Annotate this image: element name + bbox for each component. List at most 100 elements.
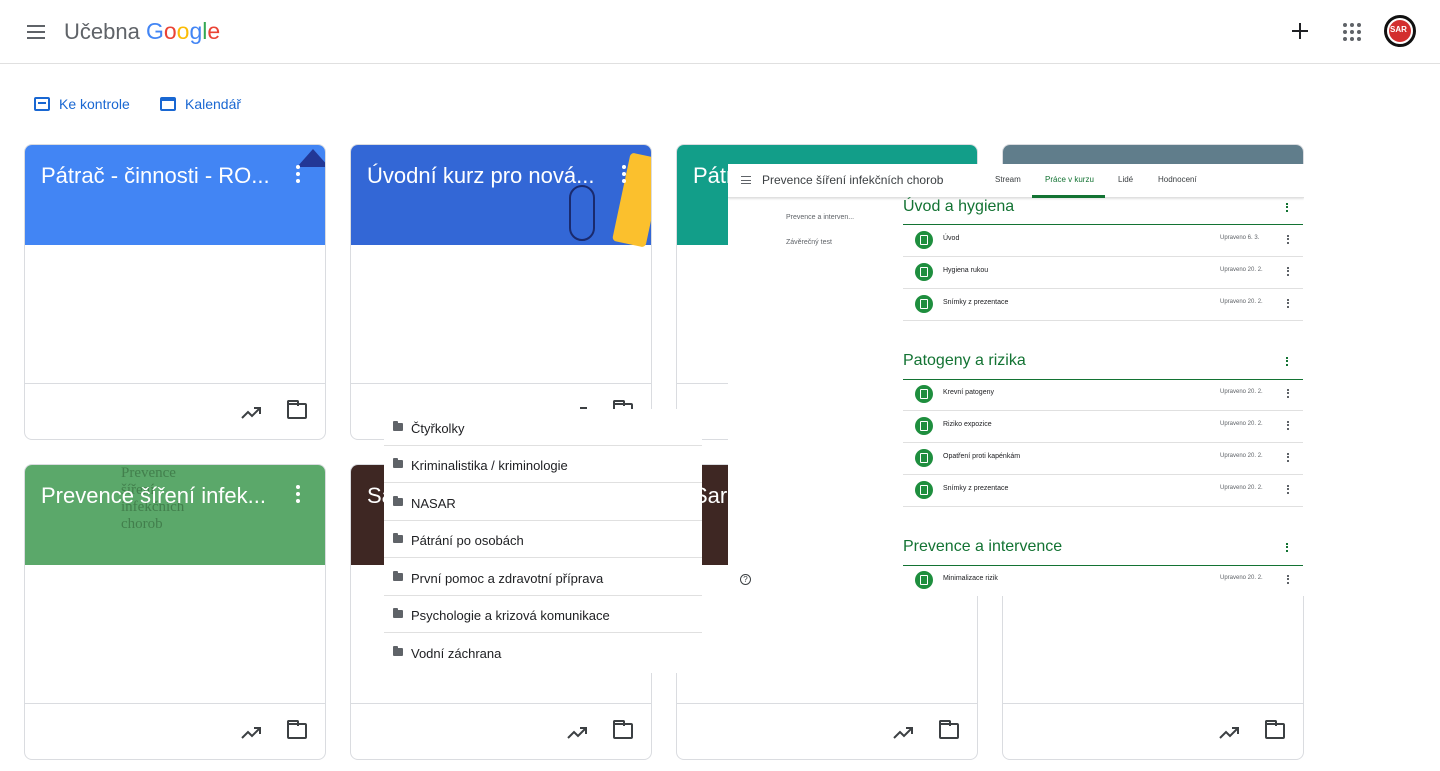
material-date: Upraveno 20. 2. [1220,575,1263,581]
card-title[interactable]: Úvodní kurz pro nová... [367,161,603,191]
material-date: Upraveno 20. 2. [1220,389,1263,395]
material-icon [915,571,933,589]
material-icon [915,295,933,313]
hamburger-menu-icon[interactable] [24,20,48,44]
more-vert-icon[interactable] [621,165,627,183]
folder-menu-item[interactable]: NASAR [384,484,702,521]
material-icon [915,231,933,249]
app-title-prefix: Učebna [64,19,140,44]
folder-icon [393,646,403,656]
folder-menu-item[interactable]: Čtyřkolky [384,409,702,446]
folder-icon [393,608,403,618]
trending-up-icon[interactable] [1217,721,1241,745]
trending-up-icon[interactable] [891,721,915,745]
class-card[interactable]: Prevence šíření infekčních chorob Preven… [24,464,326,760]
folder-menu-item[interactable]: První pomoc a zdravotní příprava [384,559,702,596]
material-icon [915,263,933,281]
material-more-icon[interactable] [1287,421,1289,430]
material-date: Upraveno 20. 2. [1220,267,1263,273]
folder-menu-item[interactable]: Vodní záchrana [384,634,702,671]
topic-more-icon[interactable] [1286,203,1288,212]
material-row[interactable]: Minimalizace rizik Upraveno 20. 2. [903,565,1303,596]
material-more-icon[interactable] [1287,485,1289,494]
folder-dropdown-menu: Čtyřkolky Kriminalistika / kriminologie … [384,409,702,673]
card-banner [25,145,325,245]
trending-up-icon[interactable] [239,401,263,425]
material-date: Upraveno 20. 2. [1220,299,1263,305]
folder-icon[interactable] [613,720,633,739]
folder-menu-item[interactable]: Pátrání po osobách [384,521,702,558]
course-title[interactable]: Prevence šíření infekčních chorob [762,173,943,187]
course-preview-header: Prevence šíření infekčních chorob Stream… [728,164,1304,198]
tab-people[interactable]: Lidé [1118,175,1133,184]
material-name: Snímky z prezentace [943,299,1009,306]
material-date: Upraveno 6. 3. [1220,235,1260,241]
topic-heading[interactable]: Patogeny a rizika [903,352,1303,370]
material-row[interactable]: Opatření proti kapénkám Upraveno 20. 2. [903,443,1303,475]
material-date: Upraveno 20. 2. [1220,421,1263,427]
to-review-link[interactable]: Ke kontrole [34,92,130,116]
trending-up-icon[interactable] [565,721,589,745]
material-more-icon[interactable] [1287,389,1289,398]
folder-icon [393,421,403,431]
calendar-link[interactable]: Kalendář [160,92,241,116]
material-icon [915,449,933,467]
material-more-icon[interactable] [1287,453,1289,462]
material-name: Riziko expozice [943,421,992,428]
folder-menu-item[interactable]: Psychologie a krizová komunikace [384,596,702,633]
material-icon [915,385,933,403]
card-footer [351,703,651,759]
more-vert-icon[interactable] [295,165,301,183]
material-more-icon[interactable] [1287,235,1289,244]
folder-menu-item[interactable]: Kriminalistika / kriminologie [384,446,702,483]
folder-icon[interactable] [1265,720,1285,739]
course-menu-icon[interactable] [741,176,751,184]
material-row[interactable]: Úvod Upraveno 6. 3. [903,225,1303,257]
material-more-icon[interactable] [1287,267,1289,276]
tab-classwork[interactable]: Práce v kurzu [1045,175,1094,184]
more-vert-icon[interactable] [295,485,301,503]
material-row[interactable]: Riziko expozice Upraveno 20. 2. [903,411,1303,443]
material-row[interactable]: Snímky z prezentace Upraveno 20. 2. [903,289,1303,321]
card-title[interactable]: Prevence šíření infek... [41,481,277,511]
material-icon [915,417,933,435]
class-card[interactable]: Pátrač - činnosti - RO... [24,144,326,440]
card-banner: Prevence šíření infekčních chorob [25,465,325,565]
graduation-cap-illustration [297,149,325,167]
book-illustration [612,152,651,248]
top-app-bar: Učebna Google SAR [0,0,1440,64]
folder-icon[interactable] [287,400,307,419]
topic-heading[interactable]: Prevence a intervence [903,538,1303,556]
material-more-icon[interactable] [1287,299,1289,308]
tab-stream[interactable]: Stream [995,175,1021,184]
material-row[interactable]: Hygiena rukou Upraveno 20. 2. [903,257,1303,289]
avatar[interactable]: SAR [1384,15,1416,47]
headphones-illustration [569,185,595,241]
folder-icon[interactable] [939,720,959,739]
card-title[interactable]: Pátrač - činnosti - RO... [41,161,277,191]
material-more-icon[interactable] [1287,575,1289,584]
tab-grades[interactable]: Hodnocení [1158,175,1197,184]
topic-more-icon[interactable] [1286,543,1288,552]
material-name: Úvod [943,235,960,242]
material-name: Hygiena rukou [943,267,989,274]
calendar-label: Kalendář [185,96,242,112]
course-preview-overlay: Prevence šíření infekčních chorob Stream… [728,164,1304,596]
trending-up-icon[interactable] [239,721,263,745]
topic-more-icon[interactable] [1286,357,1288,366]
material-name: Minimalizace rizik [943,575,998,582]
card-footer [1003,703,1303,759]
class-card[interactable]: Úvodní kurz pro nová... [350,144,652,440]
help-icon[interactable]: ? [740,574,751,585]
plus-icon[interactable] [1288,19,1312,43]
topic-nav-link[interactable]: Prevence a interven... [786,214,854,221]
calendar-icon [160,97,176,111]
material-row[interactable]: Snímky z prezentace Upraveno 20. 2. [903,475,1303,507]
material-row[interactable]: Krevní patogeny Upraveno 20. 2. [903,379,1303,411]
apps-grid-icon[interactable] [1343,23,1361,41]
app-title[interactable]: Učebna Google [64,16,220,47]
material-name: Opatření proti kapénkám [943,453,1021,460]
topic-nav-link[interactable]: Závěrečný test [786,239,832,246]
topic-heading[interactable]: Úvod a hygiena [903,198,1303,216]
folder-icon[interactable] [287,720,307,739]
